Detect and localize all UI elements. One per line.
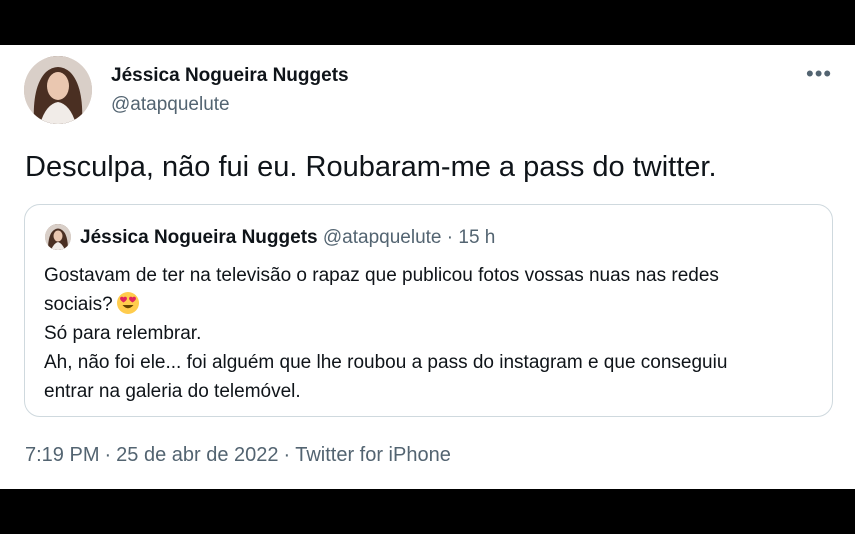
quoted-line: entrar na galeria do telemóvel. <box>44 381 301 402</box>
more-horizontal-icon[interactable]: ••• <box>806 61 832 87</box>
author-name[interactable]: Jéssica Nogueira Nuggets <box>111 65 349 87</box>
quoted-line-text: sociais? <box>44 294 113 315</box>
tweet-text: Desculpa, não fui eu. Roubaram-me a pass… <box>25 151 717 183</box>
tweet-date[interactable]: 25 de abr de 2022 <box>116 444 278 466</box>
footer-separator: · <box>104 444 112 466</box>
heart-eyes-emoji <box>116 292 139 314</box>
quoted-age[interactable]: 15 h <box>458 227 495 248</box>
quoted-header: Jéssica Nogueira Nuggets @atapquelute · … <box>80 227 495 249</box>
quoted-handle[interactable]: @atapquelute <box>323 227 442 248</box>
quoted-text: Gostavam de ter na televisão o rapaz que… <box>44 261 824 406</box>
quoted-tweet[interactable]: Jéssica Nogueira Nuggets @atapquelute · … <box>24 204 833 417</box>
letterbox-bottom <box>0 489 855 534</box>
author-handle[interactable]: @atapquelute <box>111 94 230 116</box>
quoted-line: Ah, não foi ele... foi alguém que lhe ro… <box>44 352 728 373</box>
quoted-line: Gostavam de ter na televisão o rapaz que… <box>44 265 719 286</box>
avatar[interactable] <box>24 56 92 124</box>
tweet-footer: 7:19 PM · 25 de abr de 2022 · Twitter for iP… <box>25 444 451 467</box>
quoted-line: Só para relembrar. <box>44 323 202 344</box>
tweet-source[interactable]: Twitter for iPhone <box>295 444 451 466</box>
quoted-author-name[interactable]: Jéssica Nogueira Nuggets <box>80 227 318 248</box>
letterbox-top <box>0 0 855 45</box>
quoted-avatar[interactable] <box>45 224 71 250</box>
tweet-card: Jéssica Nogueira Nuggets @atapquelute ••… <box>0 45 855 489</box>
quoted-line: sociais? <box>44 290 824 319</box>
footer-separator: · <box>283 444 291 466</box>
tweet-time[interactable]: 7:19 PM <box>25 444 99 466</box>
quoted-separator: · <box>446 227 454 248</box>
